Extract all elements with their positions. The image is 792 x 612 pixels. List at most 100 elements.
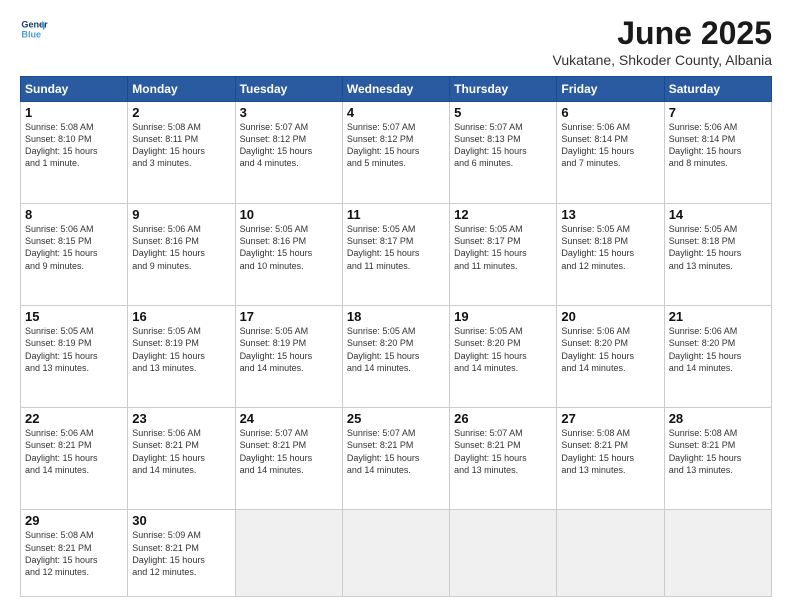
day-info: Sunrise: 5:07 AM Sunset: 8:21 PM Dayligh… xyxy=(347,427,445,476)
logo: General Blue xyxy=(20,15,48,43)
day-info: Sunrise: 5:07 AM Sunset: 8:21 PM Dayligh… xyxy=(454,427,552,476)
table-row: 18Sunrise: 5:05 AM Sunset: 8:20 PM Dayli… xyxy=(342,306,449,408)
month-title: June 2025 xyxy=(553,15,772,52)
day-info: Sunrise: 5:05 AM Sunset: 8:19 PM Dayligh… xyxy=(132,325,230,374)
table-row: 2Sunrise: 5:08 AM Sunset: 8:11 PM Daylig… xyxy=(128,102,235,204)
page: General Blue June 2025 Vukatane, Shkoder… xyxy=(0,0,792,612)
header: General Blue June 2025 Vukatane, Shkoder… xyxy=(20,15,772,68)
day-number: 24 xyxy=(240,411,338,426)
col-thursday: Thursday xyxy=(450,77,557,102)
table-row: 27Sunrise: 5:08 AM Sunset: 8:21 PM Dayli… xyxy=(557,408,664,510)
day-info: Sunrise: 5:07 AM Sunset: 8:12 PM Dayligh… xyxy=(240,121,338,170)
day-number: 17 xyxy=(240,309,338,324)
day-info: Sunrise: 5:06 AM Sunset: 8:15 PM Dayligh… xyxy=(25,223,123,272)
table-row: 22Sunrise: 5:06 AM Sunset: 8:21 PM Dayli… xyxy=(21,408,128,510)
day-number: 29 xyxy=(25,513,123,528)
table-row: 3Sunrise: 5:07 AM Sunset: 8:12 PM Daylig… xyxy=(235,102,342,204)
table-row: 15Sunrise: 5:05 AM Sunset: 8:19 PM Dayli… xyxy=(21,306,128,408)
day-info: Sunrise: 5:05 AM Sunset: 8:20 PM Dayligh… xyxy=(347,325,445,374)
table-row xyxy=(342,510,449,597)
day-number: 6 xyxy=(561,105,659,120)
day-info: Sunrise: 5:05 AM Sunset: 8:17 PM Dayligh… xyxy=(454,223,552,272)
day-info: Sunrise: 5:06 AM Sunset: 8:16 PM Dayligh… xyxy=(132,223,230,272)
table-row: 29Sunrise: 5:08 AM Sunset: 8:21 PM Dayli… xyxy=(21,510,128,597)
col-wednesday: Wednesday xyxy=(342,77,449,102)
col-tuesday: Tuesday xyxy=(235,77,342,102)
col-monday: Monday xyxy=(128,77,235,102)
table-row: 26Sunrise: 5:07 AM Sunset: 8:21 PM Dayli… xyxy=(450,408,557,510)
calendar-week-row: 15Sunrise: 5:05 AM Sunset: 8:19 PM Dayli… xyxy=(21,306,772,408)
table-row: 30Sunrise: 5:09 AM Sunset: 8:21 PM Dayli… xyxy=(128,510,235,597)
day-number: 19 xyxy=(454,309,552,324)
day-number: 14 xyxy=(669,207,767,222)
day-info: Sunrise: 5:05 AM Sunset: 8:17 PM Dayligh… xyxy=(347,223,445,272)
table-row: 20Sunrise: 5:06 AM Sunset: 8:20 PM Dayli… xyxy=(557,306,664,408)
day-number: 22 xyxy=(25,411,123,426)
day-info: Sunrise: 5:06 AM Sunset: 8:21 PM Dayligh… xyxy=(132,427,230,476)
table-row: 7Sunrise: 5:06 AM Sunset: 8:14 PM Daylig… xyxy=(664,102,771,204)
table-row: 10Sunrise: 5:05 AM Sunset: 8:16 PM Dayli… xyxy=(235,204,342,306)
calendar-week-row: 1Sunrise: 5:08 AM Sunset: 8:10 PM Daylig… xyxy=(21,102,772,204)
table-row: 4Sunrise: 5:07 AM Sunset: 8:12 PM Daylig… xyxy=(342,102,449,204)
day-number: 11 xyxy=(347,207,445,222)
day-number: 12 xyxy=(454,207,552,222)
table-row: 16Sunrise: 5:05 AM Sunset: 8:19 PM Dayli… xyxy=(128,306,235,408)
table-row: 25Sunrise: 5:07 AM Sunset: 8:21 PM Dayli… xyxy=(342,408,449,510)
day-number: 13 xyxy=(561,207,659,222)
day-info: Sunrise: 5:05 AM Sunset: 8:19 PM Dayligh… xyxy=(240,325,338,374)
svg-text:Blue: Blue xyxy=(21,29,41,39)
day-info: Sunrise: 5:07 AM Sunset: 8:13 PM Dayligh… xyxy=(454,121,552,170)
table-row: 19Sunrise: 5:05 AM Sunset: 8:20 PM Dayli… xyxy=(450,306,557,408)
day-info: Sunrise: 5:06 AM Sunset: 8:14 PM Dayligh… xyxy=(561,121,659,170)
table-row: 28Sunrise: 5:08 AM Sunset: 8:21 PM Dayli… xyxy=(664,408,771,510)
col-sunday: Sunday xyxy=(21,77,128,102)
table-row xyxy=(235,510,342,597)
day-number: 30 xyxy=(132,513,230,528)
day-info: Sunrise: 5:06 AM Sunset: 8:20 PM Dayligh… xyxy=(561,325,659,374)
calendar-week-row: 22Sunrise: 5:06 AM Sunset: 8:21 PM Dayli… xyxy=(21,408,772,510)
day-info: Sunrise: 5:05 AM Sunset: 8:19 PM Dayligh… xyxy=(25,325,123,374)
day-info: Sunrise: 5:08 AM Sunset: 8:11 PM Dayligh… xyxy=(132,121,230,170)
day-info: Sunrise: 5:05 AM Sunset: 8:20 PM Dayligh… xyxy=(454,325,552,374)
table-row: 17Sunrise: 5:05 AM Sunset: 8:19 PM Dayli… xyxy=(235,306,342,408)
day-info: Sunrise: 5:05 AM Sunset: 8:18 PM Dayligh… xyxy=(561,223,659,272)
table-row: 13Sunrise: 5:05 AM Sunset: 8:18 PM Dayli… xyxy=(557,204,664,306)
table-row: 5Sunrise: 5:07 AM Sunset: 8:13 PM Daylig… xyxy=(450,102,557,204)
day-info: Sunrise: 5:08 AM Sunset: 8:21 PM Dayligh… xyxy=(25,529,123,578)
title-block: June 2025 Vukatane, Shkoder County, Alba… xyxy=(553,15,772,68)
day-info: Sunrise: 5:07 AM Sunset: 8:12 PM Dayligh… xyxy=(347,121,445,170)
table-row: 21Sunrise: 5:06 AM Sunset: 8:20 PM Dayli… xyxy=(664,306,771,408)
day-info: Sunrise: 5:09 AM Sunset: 8:21 PM Dayligh… xyxy=(132,529,230,578)
day-info: Sunrise: 5:06 AM Sunset: 8:20 PM Dayligh… xyxy=(669,325,767,374)
table-row: 11Sunrise: 5:05 AM Sunset: 8:17 PM Dayli… xyxy=(342,204,449,306)
col-saturday: Saturday xyxy=(664,77,771,102)
day-number: 2 xyxy=(132,105,230,120)
day-number: 23 xyxy=(132,411,230,426)
day-number: 16 xyxy=(132,309,230,324)
header-row: Sunday Monday Tuesday Wednesday Thursday… xyxy=(21,77,772,102)
table-row xyxy=(664,510,771,597)
day-info: Sunrise: 5:06 AM Sunset: 8:14 PM Dayligh… xyxy=(669,121,767,170)
day-number: 3 xyxy=(240,105,338,120)
table-row: 8Sunrise: 5:06 AM Sunset: 8:15 PM Daylig… xyxy=(21,204,128,306)
location-subtitle: Vukatane, Shkoder County, Albania xyxy=(553,52,772,68)
day-number: 10 xyxy=(240,207,338,222)
day-number: 5 xyxy=(454,105,552,120)
table-row: 14Sunrise: 5:05 AM Sunset: 8:18 PM Dayli… xyxy=(664,204,771,306)
day-number: 26 xyxy=(454,411,552,426)
day-info: Sunrise: 5:08 AM Sunset: 8:21 PM Dayligh… xyxy=(669,427,767,476)
day-info: Sunrise: 5:06 AM Sunset: 8:21 PM Dayligh… xyxy=(25,427,123,476)
day-number: 27 xyxy=(561,411,659,426)
calendar-week-row: 8Sunrise: 5:06 AM Sunset: 8:15 PM Daylig… xyxy=(21,204,772,306)
table-row xyxy=(450,510,557,597)
day-number: 7 xyxy=(669,105,767,120)
day-number: 9 xyxy=(132,207,230,222)
logo-icon: General Blue xyxy=(20,15,48,43)
table-row: 23Sunrise: 5:06 AM Sunset: 8:21 PM Dayli… xyxy=(128,408,235,510)
day-info: Sunrise: 5:08 AM Sunset: 8:10 PM Dayligh… xyxy=(25,121,123,170)
day-info: Sunrise: 5:08 AM Sunset: 8:21 PM Dayligh… xyxy=(561,427,659,476)
day-number: 15 xyxy=(25,309,123,324)
day-number: 18 xyxy=(347,309,445,324)
table-row: 9Sunrise: 5:06 AM Sunset: 8:16 PM Daylig… xyxy=(128,204,235,306)
day-info: Sunrise: 5:05 AM Sunset: 8:16 PM Dayligh… xyxy=(240,223,338,272)
